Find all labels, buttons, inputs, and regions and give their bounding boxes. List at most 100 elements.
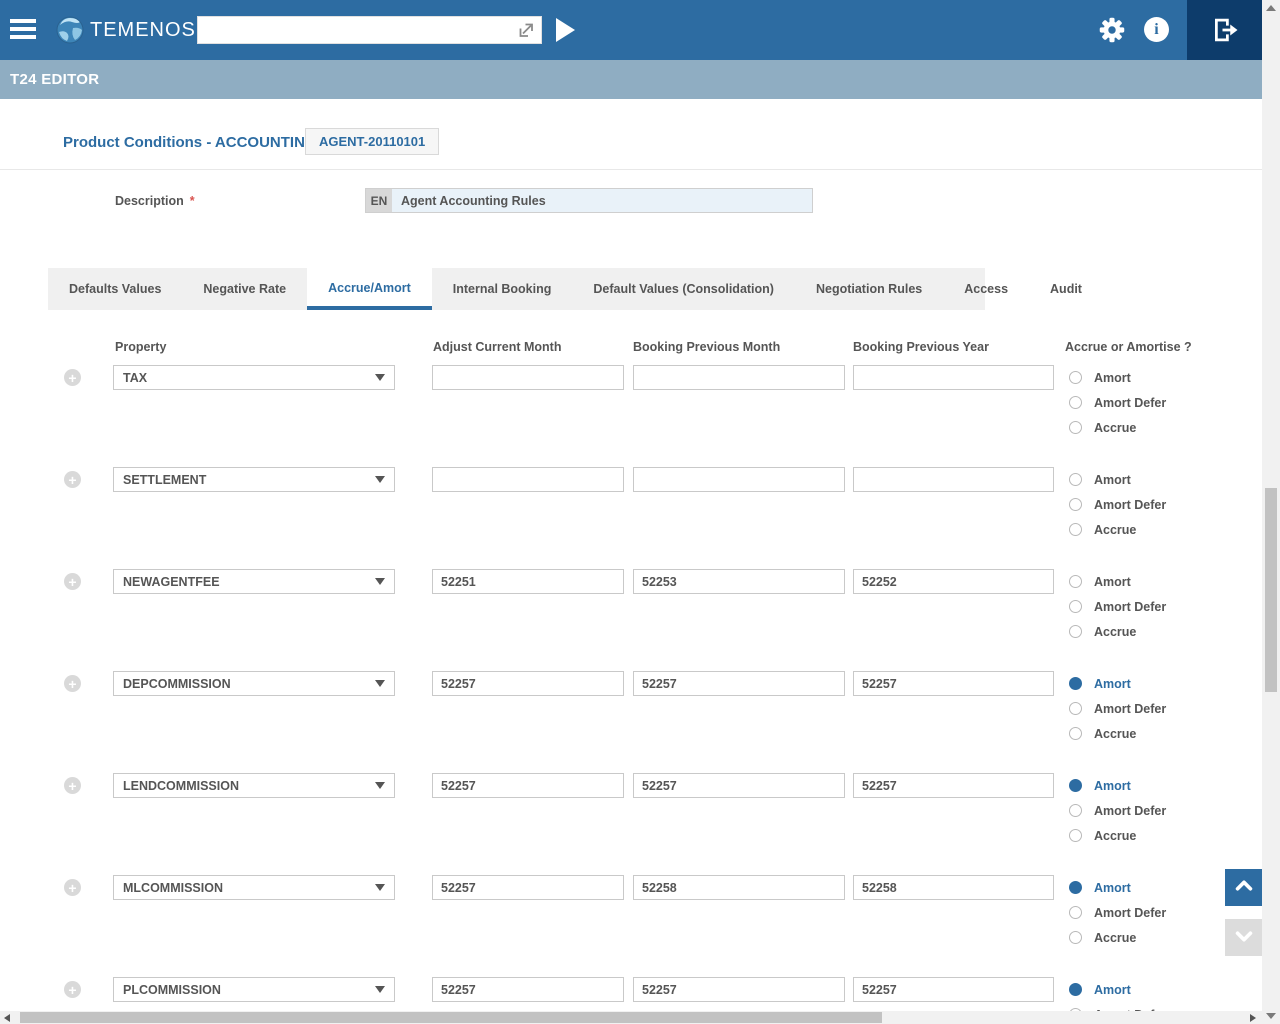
radio-option-amort-defer[interactable]: Amort Defer (1069, 696, 1166, 721)
property-select[interactable]: DEPCOMMISSION (113, 671, 395, 696)
radio-option-amort-defer[interactable]: Amort Defer (1069, 492, 1166, 517)
tab-defaults-values[interactable]: Defaults Values (48, 268, 182, 310)
radio-option-accrue[interactable]: Accrue (1069, 823, 1166, 848)
booking-previous-year-input[interactable] (853, 467, 1054, 492)
add-row-button[interactable]: + (64, 675, 81, 692)
tab-negative-rate[interactable]: Negative Rate (182, 268, 307, 310)
booking-previous-month-input[interactable] (633, 467, 845, 492)
scroll-to-bottom-button[interactable] (1225, 919, 1262, 956)
scrollbar-up-arrow[interactable] (1266, 5, 1276, 11)
radio-icon[interactable] (1069, 881, 1082, 894)
description-input[interactable] (392, 189, 812, 212)
radio-icon[interactable] (1069, 727, 1082, 740)
scroll-to-top-button[interactable] (1225, 869, 1262, 906)
booking-previous-month-input[interactable] (633, 569, 845, 594)
property-select[interactable]: PLCOMMISSION (113, 977, 395, 1002)
radio-option-amort-defer[interactable]: Amort Defer (1069, 390, 1166, 415)
adjust-current-month-input[interactable] (432, 773, 624, 798)
scrollbar-down-arrow[interactable] (1266, 1013, 1276, 1019)
tab-negotiation-rules[interactable]: Negotiation Rules (795, 268, 943, 310)
radio-option-amort[interactable]: Amort (1069, 773, 1166, 798)
radio-icon[interactable] (1069, 396, 1082, 409)
settings-gear-icon[interactable] (1098, 16, 1126, 44)
radio-option-accrue[interactable]: Accrue (1069, 619, 1166, 644)
booking-previous-month-input[interactable] (633, 875, 845, 900)
radio-icon[interactable] (1069, 779, 1082, 792)
booking-previous-year-input[interactable] (853, 773, 1054, 798)
property-select[interactable]: NEWAGENTFEE (113, 569, 395, 594)
property-select[interactable]: TAX (113, 365, 395, 390)
property-select[interactable]: MLCOMMISSION (113, 875, 395, 900)
booking-previous-year-input[interactable] (853, 875, 1054, 900)
radio-icon[interactable] (1069, 473, 1082, 486)
horizontal-scrollbar-thumb[interactable] (20, 1012, 882, 1023)
booking-previous-year-input[interactable] (853, 365, 1054, 390)
add-row-button[interactable]: + (64, 573, 81, 590)
radio-option-amort-defer[interactable]: Amort Defer (1069, 594, 1166, 619)
booking-previous-month-input[interactable] (633, 671, 845, 696)
tab-accrue-amort[interactable]: Accrue/Amort (307, 268, 432, 310)
vertical-scrollbar-thumb[interactable] (1265, 488, 1277, 692)
adjust-current-month-input[interactable] (432, 875, 624, 900)
scrollbar-right-arrow[interactable] (1250, 1014, 1256, 1022)
tab-internal-booking[interactable]: Internal Booking (432, 268, 573, 310)
radio-icon[interactable] (1069, 906, 1082, 919)
radio-icon[interactable] (1069, 983, 1082, 996)
radio-icon[interactable] (1069, 702, 1082, 715)
radio-option-amort[interactable]: Amort (1069, 569, 1166, 594)
goto-arrow-icon[interactable] (517, 21, 535, 39)
booking-previous-month-input[interactable] (633, 977, 845, 1002)
booking-previous-month-input[interactable] (633, 773, 845, 798)
radio-icon[interactable] (1069, 625, 1082, 638)
run-command-icon[interactable] (556, 18, 575, 42)
radio-option-amort[interactable]: Amort (1069, 875, 1166, 900)
info-icon[interactable]: i (1144, 17, 1169, 42)
radio-icon[interactable] (1069, 498, 1082, 511)
radio-option-amort[interactable]: Amort (1069, 977, 1166, 1002)
tab-default-values-consolidation-[interactable]: Default Values (Consolidation) (572, 268, 795, 310)
radio-option-amort-defer[interactable]: Amort Defer (1069, 1002, 1166, 1011)
radio-icon[interactable] (1069, 371, 1082, 384)
tab-access[interactable]: Access (943, 268, 1029, 310)
adjust-current-month-input[interactable] (432, 467, 624, 492)
add-row-button[interactable]: + (64, 777, 81, 794)
radio-option-accrue[interactable]: Accrue (1069, 721, 1166, 746)
search-input[interactable] (198, 17, 517, 43)
radio-option-amort-defer[interactable]: Amort Defer (1069, 900, 1166, 925)
booking-previous-year-input[interactable] (853, 671, 1054, 696)
radio-option-amort-defer[interactable]: Amort Defer (1069, 798, 1166, 823)
radio-option-accrue[interactable]: Accrue (1069, 415, 1166, 440)
property-select[interactable]: LENDCOMMISSION (113, 773, 395, 798)
add-row-button[interactable]: + (64, 471, 81, 488)
menu-icon[interactable] (10, 19, 36, 41)
booking-previous-year-input[interactable] (853, 569, 1054, 594)
radio-icon[interactable] (1069, 804, 1082, 817)
radio-option-amort[interactable]: Amort (1069, 467, 1166, 492)
radio-icon[interactable] (1069, 600, 1082, 613)
add-row-button[interactable]: + (64, 981, 81, 998)
radio-icon[interactable] (1069, 677, 1082, 690)
add-row-button[interactable]: + (64, 369, 81, 386)
radio-icon[interactable] (1069, 575, 1082, 588)
tab-audit[interactable]: Audit (1029, 268, 1103, 310)
radio-icon[interactable] (1069, 931, 1082, 944)
sign-out-button[interactable] (1187, 0, 1262, 60)
vertical-scrollbar[interactable] (1262, 0, 1280, 1024)
radio-icon[interactable] (1069, 829, 1082, 842)
scrollbar-left-arrow[interactable] (4, 1014, 10, 1022)
booking-previous-month-input[interactable] (633, 365, 845, 390)
radio-icon[interactable] (1069, 523, 1082, 536)
adjust-current-month-input[interactable] (432, 365, 624, 390)
property-select[interactable]: SETTLEMENT (113, 467, 395, 492)
booking-previous-year-input[interactable] (853, 977, 1054, 1002)
adjust-current-month-input[interactable] (432, 569, 624, 594)
radio-option-amort[interactable]: Amort (1069, 365, 1166, 390)
adjust-current-month-input[interactable] (432, 671, 624, 696)
horizontal-scrollbar[interactable] (0, 1011, 1262, 1024)
adjust-current-month-input[interactable] (432, 977, 624, 1002)
radio-option-accrue[interactable]: Accrue (1069, 925, 1166, 950)
radio-option-accrue[interactable]: Accrue (1069, 517, 1166, 542)
radio-icon[interactable] (1069, 421, 1082, 434)
radio-option-amort[interactable]: Amort (1069, 671, 1166, 696)
add-row-button[interactable]: + (64, 879, 81, 896)
